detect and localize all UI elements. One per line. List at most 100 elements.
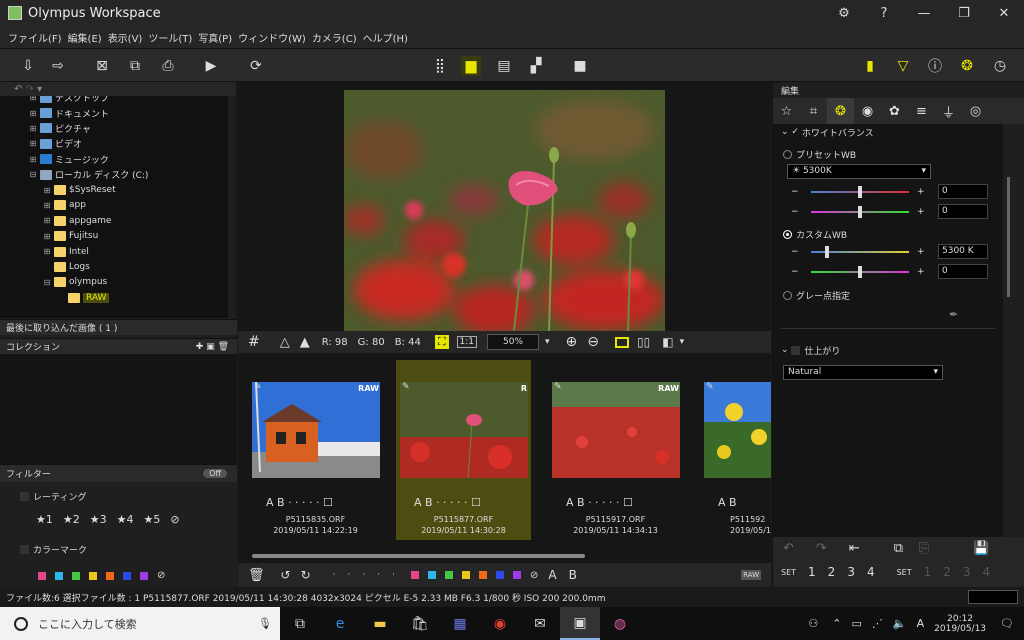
crop-tab-icon[interactable]: ⌗: [800, 98, 827, 124]
art-filter-tab-icon[interactable]: ✿: [881, 98, 908, 124]
file-explorer-icon[interactable]: ▬: [360, 607, 400, 640]
filter-color-mark-5[interactable]: [106, 571, 114, 580]
custom-value-2[interactable]: 0: [938, 264, 988, 279]
tree-item[interactable]: ⊞ Intel: [0, 244, 228, 259]
menu-camera[interactable]: カメラ(C): [312, 30, 357, 45]
custom-minus-2[interactable]: −: [791, 264, 799, 280]
slot-3-button[interactable]: 3: [847, 565, 855, 579]
slot-2-button[interactable]: 2: [828, 565, 836, 579]
slider-knob[interactable]: [825, 246, 829, 258]
preset-wb-row[interactable]: プリセットWB: [773, 146, 856, 162]
info-icon[interactable]: ⓘ: [925, 56, 945, 76]
menu-window[interactable]: ウィンドウ(W): [238, 30, 306, 45]
maximize-button[interactable]: ❐: [944, 0, 984, 26]
zoom-out-icon[interactable]: ⊖: [587, 334, 599, 350]
star-1-button[interactable]: ★1: [36, 513, 53, 526]
rotate-left-icon[interactable]: ↺: [281, 568, 291, 582]
slider-knob[interactable]: [858, 206, 862, 218]
slideshow-play-icon[interactable]: ▶: [201, 56, 221, 76]
store-icon[interactable]: 🛍: [400, 607, 440, 640]
back-icon[interactable]: ↶: [14, 84, 22, 95]
forward-icon[interactable]: ↷: [26, 84, 34, 95]
preset-minus-2[interactable]: −: [791, 204, 799, 220]
wb-header[interactable]: ⌄ ✓ ホワイトバランス: [773, 124, 874, 140]
olympus-workspace-taskbar-icon[interactable]: ▣: [560, 607, 600, 640]
raw-filter-button[interactable]: RAW: [741, 570, 761, 580]
collection-actions-icon[interactable]: ✚ ▣ 🗑: [196, 342, 229, 352]
tree-expander-icon[interactable]: ⊟: [28, 170, 38, 179]
taskbar-search[interactable]: ここに入力して検索 🎙: [0, 607, 280, 640]
tree-expander-icon[interactable]: ⊞: [42, 216, 52, 225]
shadow-warning-icon[interactable]: ▲: [300, 335, 310, 350]
star-tab-icon[interactable]: ☆: [773, 98, 800, 124]
print-icon[interactable]: ⎙: [158, 56, 178, 76]
tree-expander-icon[interactable]: ⊞: [42, 232, 52, 241]
minimize-button[interactable]: —: [904, 0, 944, 26]
split-layout-icon[interactable]: ◧: [662, 335, 673, 349]
zoom-in-icon[interactable]: ⊕: [566, 334, 578, 350]
filter-color-mark-6[interactable]: [123, 571, 131, 580]
gray-point-row[interactable]: グレー点指定: [773, 287, 850, 303]
assign-color-mark-7[interactable]: [512, 571, 521, 579]
tree-item[interactable]: ⊞ ビデオ: [0, 136, 228, 151]
compare-icon[interactable]: ⊠: [92, 56, 112, 76]
star-3-button[interactable]: ★3: [90, 513, 107, 526]
fit-screen-icon[interactable]: ⛶: [434, 335, 449, 349]
custom-wb-row[interactable]: カスタムWB: [773, 226, 847, 242]
dropdown-icon[interactable]: ▾: [37, 84, 42, 95]
custom-slider-2[interactable]: [811, 266, 909, 278]
preset-wb-radio[interactable]: [783, 149, 792, 159]
filter-color-mark-2[interactable]: [55, 571, 63, 580]
menu-file[interactable]: ファイル(F): [8, 30, 62, 45]
highlight-warning-icon[interactable]: △: [280, 335, 290, 350]
paste-slot-2-button[interactable]: 2: [943, 565, 951, 579]
help-button[interactable]: ?: [864, 0, 904, 26]
assign-color-mark-2[interactable]: [427, 571, 436, 579]
star-2-button[interactable]: ★2: [63, 513, 80, 526]
tree-expander-icon[interactable]: ⊞: [28, 96, 38, 102]
tree-item[interactable]: Logs: [0, 259, 228, 274]
color-tab-icon[interactable]: ❂: [827, 98, 854, 124]
two-up-layout-icon[interactable]: ▯▯: [637, 335, 650, 349]
menu-photo[interactable]: 写真(P): [198, 30, 232, 45]
filter-toggle[interactable]: Off: [203, 469, 227, 478]
tree-item[interactable]: ⊞ $SysReset: [0, 182, 228, 197]
preview-thumb-view-icon[interactable]: ▆: [461, 56, 481, 76]
reset-icon[interactable]: ⇤: [849, 541, 860, 556]
photos-app-icon[interactable]: ◍: [600, 607, 640, 640]
assign-color-mark-5[interactable]: [478, 571, 487, 579]
undo-icon[interactable]: ↶: [783, 541, 794, 556]
trash-icon[interactable]: 🗑: [248, 568, 265, 583]
task-view-icon[interactable]: ⧉: [280, 607, 320, 640]
tree-item[interactable]: RAW: [0, 290, 228, 305]
color-icon[interactable]: ❂: [957, 56, 977, 76]
hidden-icons-chevron-icon[interactable]: ⌃: [832, 617, 841, 630]
assign-color-mark-4[interactable]: [461, 571, 470, 579]
custom-minus-1[interactable]: −: [791, 244, 799, 260]
custom-plus-2[interactable]: +: [917, 264, 925, 280]
calculator-app-icon[interactable]: ▦: [440, 607, 480, 640]
batch-icon[interactable]: ⧉: [125, 56, 145, 76]
eye-tab-icon[interactable]: ◎: [962, 98, 989, 124]
tree-expander-icon[interactable]: ⊞: [28, 124, 38, 133]
preset-slider-2[interactable]: [811, 206, 909, 218]
tree-item[interactable]: ⊞ デスクトップ: [0, 96, 228, 105]
menu-tools[interactable]: ツール(T): [148, 30, 192, 45]
history-icon[interactable]: ◷: [990, 56, 1010, 76]
menu-edit[interactable]: 編集(E): [68, 30, 102, 45]
zoom-field[interactable]: 50%: [487, 334, 540, 350]
preset-minus-1[interactable]: −: [791, 184, 799, 200]
mark-a-button[interactable]: A: [548, 568, 556, 582]
star-5-button[interactable]: ★5: [144, 513, 161, 526]
tree-expander-icon[interactable]: ⊞: [42, 201, 52, 210]
preset-slider-1[interactable]: [811, 186, 909, 198]
paste-settings-icon[interactable]: ⎘: [919, 541, 929, 556]
camera-connect-icon[interactable]: ⟳: [246, 56, 266, 76]
list-view-icon[interactable]: ▤: [494, 56, 514, 76]
gray-point-radio[interactable]: [783, 290, 792, 300]
thumb-ab-marks[interactable]: A B · · · · · ☐: [414, 496, 481, 509]
paste-slot-3-button[interactable]: 3: [963, 565, 971, 579]
edit-scrollbar[interactable]: [1007, 177, 1010, 297]
preset-plus-1[interactable]: +: [917, 184, 925, 200]
tree-item[interactable]: ⊞ appgame: [0, 213, 228, 228]
